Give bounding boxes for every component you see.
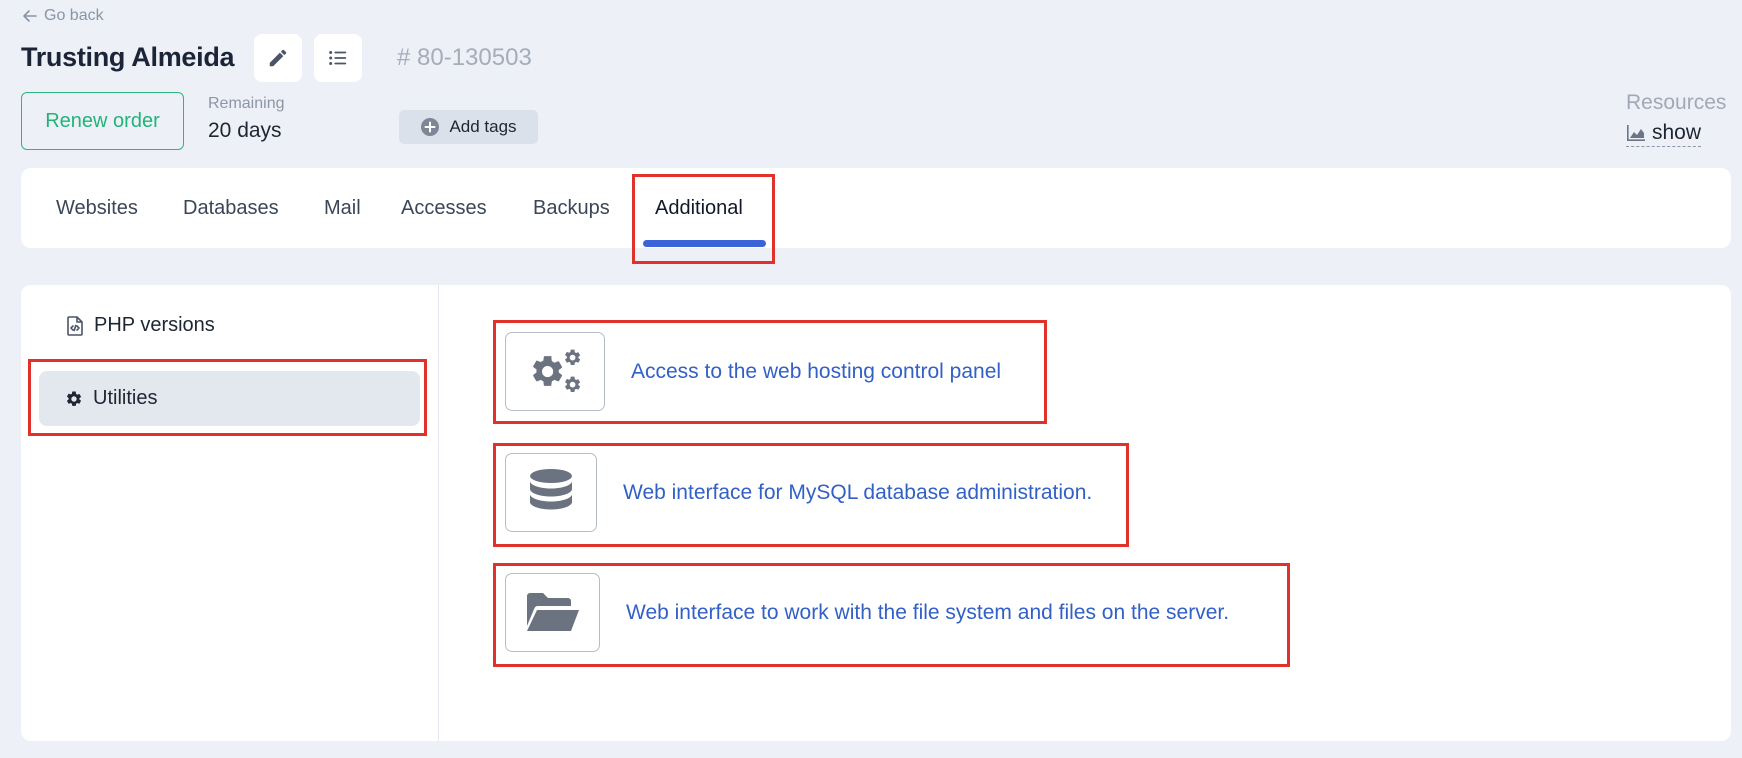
go-back-label: Go back [44,7,104,24]
area-chart-icon [1627,125,1645,141]
sidebar-item-utilities[interactable]: Utilities [39,371,420,426]
pencil-icon [269,49,287,67]
database-icon [530,468,572,509]
remaining-value: 20 days [208,119,282,142]
utility-label[interactable]: Web interface to work with the file syst… [626,601,1229,625]
page-title: Trusting Almeida [21,42,235,72]
utility-icon-box [505,573,600,652]
plus-circle-icon [421,118,440,136]
order-number: # 80-130503 [397,44,532,71]
active-tab-indicator [643,240,766,247]
add-tags-label: Add tags [449,117,517,136]
sidebar-item-label: PHP versions [94,314,215,336]
gear-icon [66,390,82,406]
arrow-left-icon [23,10,37,22]
utility-label[interactable]: Web interface for MySQL database adminis… [623,481,1092,505]
tab-additional[interactable]: Additional [655,197,743,220]
edit-button[interactable] [254,34,302,82]
resources-show-label: show [1652,121,1702,144]
add-tags-button[interactable]: Add tags [399,110,538,144]
tab-mail[interactable]: Mail [324,197,361,220]
utility-icon-box [505,332,605,411]
go-back-link[interactable]: Go back [22,7,104,25]
folder-open-icon [526,592,579,631]
remaining-label: Remaining [208,95,285,112]
utility-icon-box [505,453,597,532]
utility-label[interactable]: Access to the web hosting control panel [631,360,1001,384]
renew-order-button[interactable]: Renew order [21,92,184,150]
list-button[interactable] [314,34,362,82]
utility-control-panel[interactable]: Access to the web hosting control panel [505,332,1001,411]
tab-backups[interactable]: Backups [533,197,610,220]
resources-show-link[interactable]: show [1626,121,1702,147]
tab-databases[interactable]: Databases [183,197,279,220]
resources-label: Resources [1626,91,1727,114]
utility-mysql-admin[interactable]: Web interface for MySQL database adminis… [505,453,1092,532]
utility-file-manager[interactable]: Web interface to work with the file syst… [505,573,1229,652]
php-file-icon [67,315,83,336]
tab-websites[interactable]: Websites [56,197,138,220]
tab-accesses[interactable]: Accesses [401,197,487,220]
sidebar-item-label: Utilities [93,387,158,409]
sidebar-divider [438,285,439,741]
list-icon [329,51,347,65]
gears-icon [533,349,581,392]
sidebar-item-php-versions[interactable]: PHP versions [66,314,215,337]
